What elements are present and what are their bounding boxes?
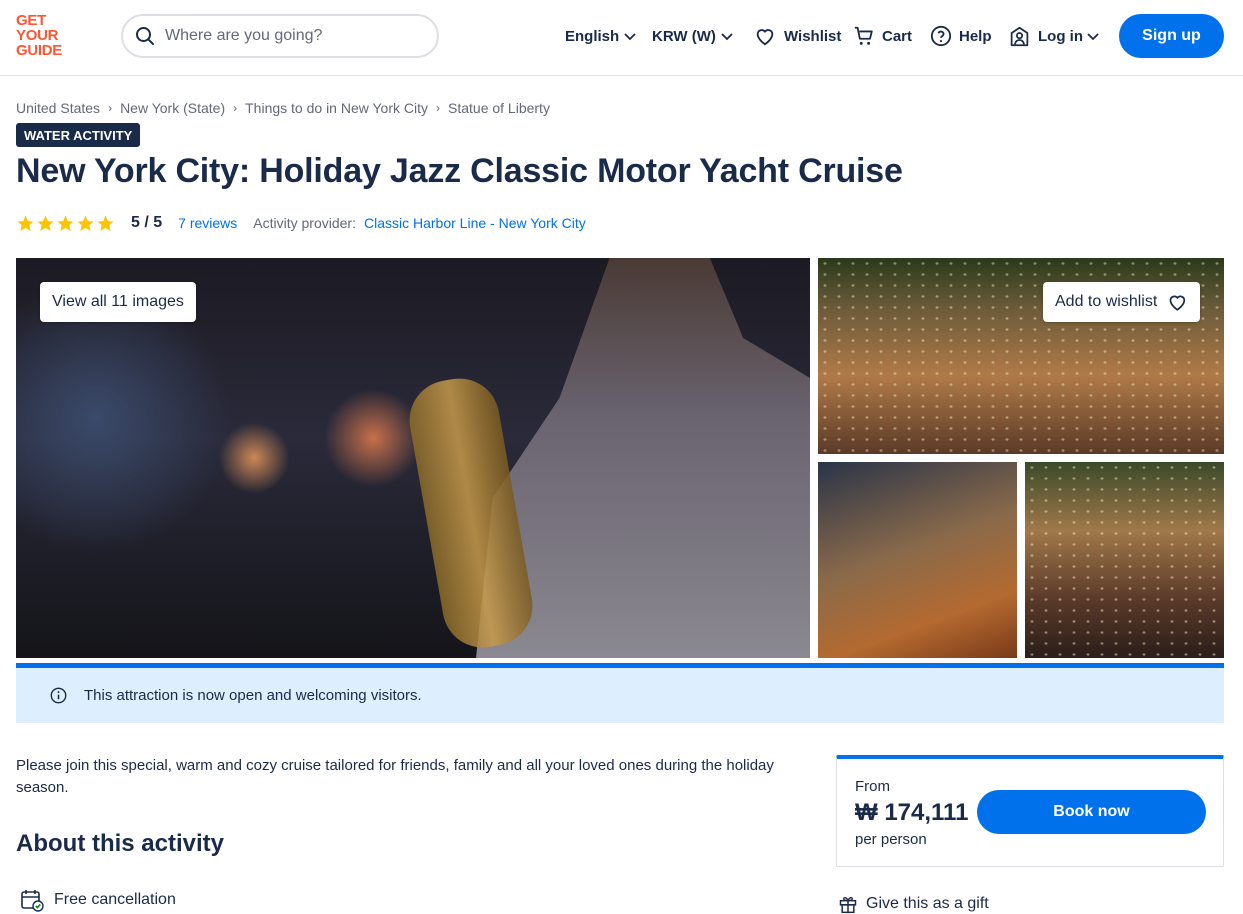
star-icon	[37, 215, 54, 231]
currency-label: KRW (W)	[652, 27, 716, 45]
page-title: New York City: Holiday Jazz Classic Moto…	[16, 152, 903, 190]
breadcrumb-item[interactable]: Statue of Liberty	[448, 100, 550, 116]
star-rating	[16, 214, 115, 233]
breadcrumb-separator: ›	[233, 101, 238, 115]
star-icon	[97, 215, 114, 231]
breadcrumb-item[interactable]: New York (State)	[120, 100, 225, 116]
breadcrumb-item[interactable]: United States	[16, 100, 100, 116]
wishlist-label: Wishlist	[784, 27, 842, 45]
language-selector[interactable]: English	[565, 24, 637, 48]
star-icon	[17, 215, 34, 231]
breadcrumb: United States › New York (State) › Thing…	[16, 100, 550, 116]
book-now-button[interactable]: Book now	[977, 790, 1206, 834]
site-header: GET YOUR GUIDE English KRW (W) Wishlist …	[0, 0, 1243, 76]
about-heading: About this activity	[16, 830, 225, 857]
provider-label: Activity provider:	[253, 215, 356, 231]
gallery-image-guests-table[interactable]	[818, 462, 1017, 658]
logo-line-1: GET	[16, 12, 46, 29]
chevron-down-icon	[624, 33, 636, 41]
heart-icon	[1169, 295, 1186, 311]
category-badge: WATER ACTIVITY	[16, 123, 141, 147]
reviews-link[interactable]: 7 reviews	[178, 215, 237, 231]
price-value: ₩ 174,111	[855, 799, 969, 826]
rating-score: 5 / 5	[131, 214, 163, 231]
booking-card: From ₩ 174,111 per person Book now	[836, 755, 1224, 867]
cart-icon	[854, 26, 873, 45]
add-to-wishlist-label: Add to wishlist	[1055, 293, 1158, 310]
getyourguide-logo[interactable]: GET YOUR GUIDE	[16, 13, 74, 59]
logo-line-2: YOUR	[16, 27, 59, 44]
view-all-images-button[interactable]: View all 11 images	[40, 282, 196, 322]
search-icon	[136, 27, 154, 45]
gift-link[interactable]: Give this as a gift	[838, 892, 989, 914]
search-box[interactable]	[121, 14, 439, 58]
open-notice-banner: This attraction is now open and welcomin…	[16, 668, 1224, 723]
provider-link[interactable]: Classic Harbor Line - New York City	[364, 215, 586, 231]
chevron-down-icon	[721, 33, 733, 41]
help-icon	[930, 25, 952, 47]
gallery-image-cabin-wreath[interactable]	[1025, 462, 1224, 658]
language-label: English	[565, 27, 620, 45]
help-label: Help	[959, 27, 992, 45]
star-icon	[57, 215, 74, 231]
price-per-label: per person	[855, 831, 927, 848]
currency-selector[interactable]: KRW (W)	[652, 24, 734, 48]
chevron-down-icon	[1087, 33, 1099, 41]
help-link[interactable]: Help	[930, 24, 992, 48]
breadcrumb-separator: ›	[436, 101, 440, 115]
star-icon	[77, 215, 94, 231]
logo-line-3: GUIDE	[16, 42, 63, 59]
feature-label: Free cancellation	[54, 891, 176, 908]
cart-label: Cart	[882, 27, 913, 45]
gift-icon	[839, 897, 857, 914]
activity-description: Please join this special, warm and cozy …	[16, 757, 774, 796]
user-icon	[1010, 26, 1029, 46]
cart-link[interactable]: Cart	[853, 24, 912, 48]
string-lights	[1025, 462, 1224, 658]
breadcrumb-separator: ›	[108, 101, 113, 115]
search-input[interactable]	[165, 27, 405, 45]
price-from-label: From	[855, 778, 890, 795]
feature-free-cancellation: Free cancellation	[20, 888, 176, 912]
login-label: Log in	[1038, 27, 1083, 45]
notice-text: This attraction is now open and welcomin…	[84, 687, 422, 704]
breadcrumb-item[interactable]: Things to do in New York City	[245, 100, 428, 116]
sign-up-button[interactable]: Sign up	[1119, 14, 1224, 58]
info-icon	[50, 687, 67, 704]
login-menu[interactable]: Log in	[1009, 24, 1100, 48]
calendar-check-icon	[21, 890, 44, 912]
add-to-wishlist-button[interactable]: Add to wishlist	[1043, 282, 1200, 322]
wishlist-link[interactable]: Wishlist	[754, 24, 841, 48]
gift-label: Give this as a gift	[866, 895, 989, 912]
heart-icon	[756, 29, 774, 46]
rating-row: 5 / 5 7 reviews Activity provider: Class…	[16, 211, 586, 235]
